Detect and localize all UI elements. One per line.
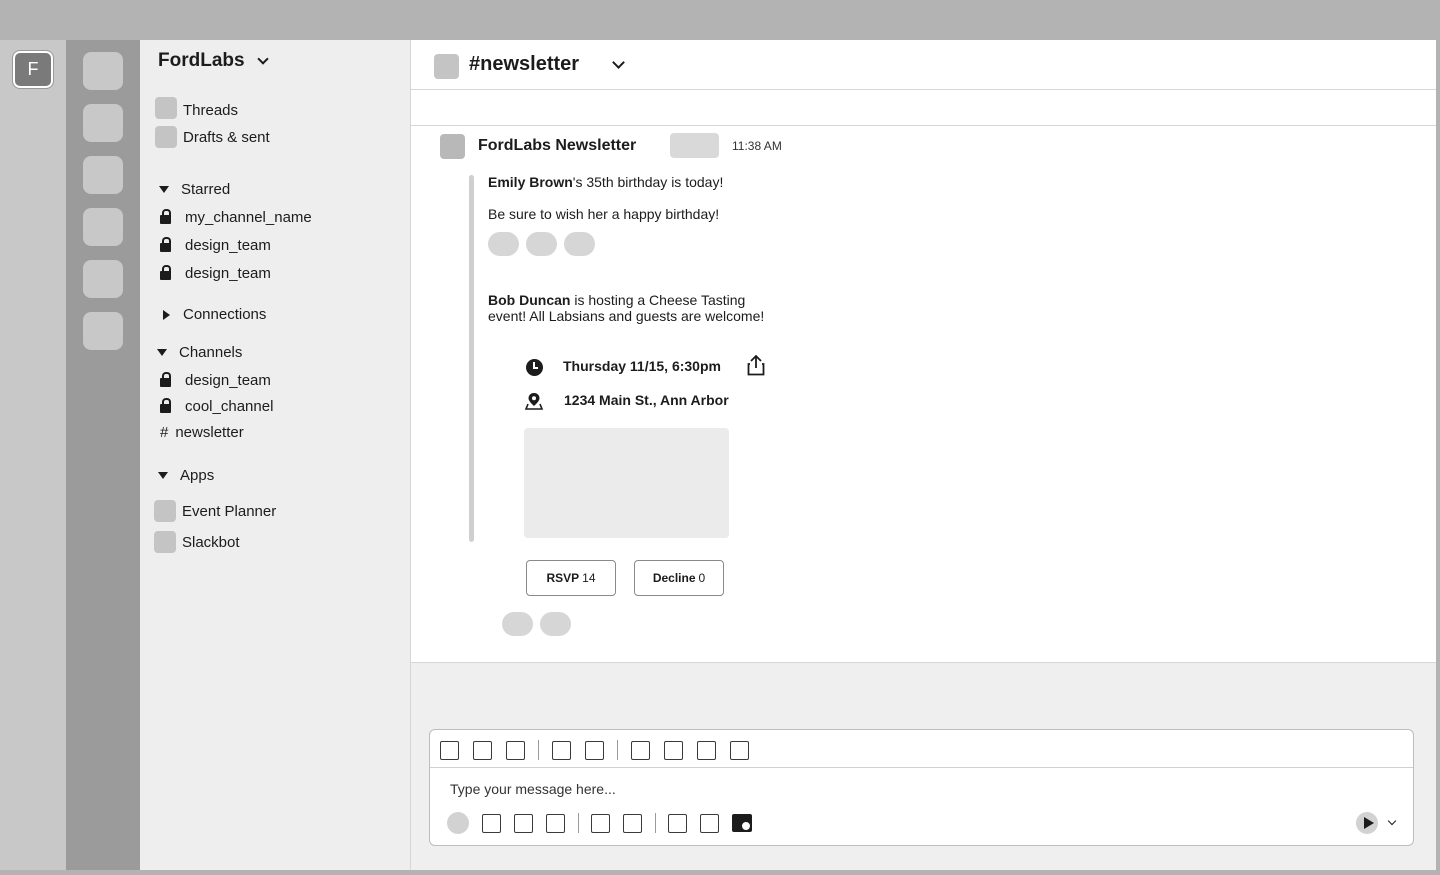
channel-subheader — [411, 90, 1436, 126]
attachment-bar — [469, 175, 474, 542]
app-icon — [154, 531, 176, 553]
link-icon[interactable] — [552, 741, 571, 760]
sidebar-item-event-planner[interactable]: Event Planner — [154, 500, 276, 522]
app-badge — [670, 133, 719, 158]
attach-icon[interactable] — [668, 814, 687, 833]
sidebar-item-design-team-starred-2[interactable]: design_team — [160, 265, 271, 282]
quote-icon[interactable] — [664, 741, 683, 760]
sidebar-item-design-team[interactable]: design_team — [160, 372, 271, 389]
strikethrough-icon[interactable] — [506, 741, 525, 760]
workspace-rail — [0, 40, 66, 870]
bold-icon[interactable] — [440, 741, 459, 760]
toolbar-divider — [578, 813, 579, 833]
code-icon[interactable] — [697, 741, 716, 760]
lock-icon — [160, 372, 171, 387]
code-block-icon[interactable] — [730, 741, 749, 760]
app-icon — [154, 500, 176, 522]
reaction-pill[interactable] — [488, 232, 519, 256]
sidebar-item-threads[interactable]: Threads — [155, 96, 238, 119]
window-edge — [1436, 40, 1440, 870]
reaction-pill[interactable] — [526, 232, 557, 256]
share-icon[interactable] — [747, 354, 765, 376]
toolbar-divider — [617, 740, 618, 760]
message-author[interactable]: FordLabs Newsletter — [478, 137, 636, 155]
section-connections[interactable]: Connections — [163, 306, 266, 323]
numbered-list-icon[interactable] — [631, 741, 650, 760]
mention-icon[interactable] — [591, 814, 610, 833]
reaction-pill[interactable] — [540, 612, 571, 636]
format-toolbar — [430, 730, 1413, 768]
send-icon[interactable] — [1356, 812, 1378, 834]
channel-title[interactable]: #newsletter — [469, 53, 579, 76]
emoji-icon[interactable] — [546, 814, 565, 833]
media-icon[interactable] — [732, 814, 752, 832]
event-location: 1234 Main St., Ann Arbor — [564, 392, 729, 408]
section-channels[interactable]: Channels — [157, 344, 242, 361]
toolbar-divider — [655, 813, 656, 833]
sidebar-item-newsletter[interactable]: # newsletter — [160, 424, 244, 441]
reaction-pill[interactable] — [564, 232, 595, 256]
caret-down-icon — [157, 349, 167, 356]
caret-down-icon — [159, 186, 169, 193]
add-icon[interactable] — [447, 812, 469, 834]
nav-rail-button-1[interactable] — [83, 52, 123, 90]
lock-icon — [160, 237, 171, 252]
nav-rail-button-6[interactable] — [83, 312, 123, 350]
event-datetime: Thursday 11/15, 6:30pm — [563, 358, 721, 374]
window-edge-bottom — [0, 870, 1440, 875]
rsvp-button[interactable]: RSVP 14 — [526, 560, 616, 596]
sidebar-item-cool-channel[interactable]: cool_channel — [160, 398, 273, 415]
event-text-line2: event! All Labsians and guests are welco… — [488, 308, 765, 324]
sidebar-item-slackbot[interactable]: Slackbot — [154, 531, 240, 553]
workspace-menu[interactable]: FordLabs — [158, 50, 269, 72]
section-starred[interactable]: Starred — [159, 181, 230, 198]
clock-icon — [526, 359, 543, 376]
sidebar-item-design-team-starred-1[interactable]: design_team — [160, 237, 271, 254]
section-apps[interactable]: Apps — [158, 467, 214, 484]
caret-down-icon — [158, 472, 168, 479]
event-text: Bob Duncan is hosting a Cheese Tasting — [488, 292, 746, 308]
sidebar-item-drafts[interactable]: Drafts & sent — [155, 126, 270, 148]
reaction-pill[interactable] — [502, 612, 533, 636]
workspace-name: FordLabs — [158, 50, 245, 71]
lock-icon — [160, 398, 171, 413]
map-pin-icon — [525, 393, 543, 410]
channel-icon — [434, 54, 459, 79]
window-title-bar — [0, 0, 1440, 40]
nav-rail-button-3[interactable] — [83, 156, 123, 194]
list-icon[interactable] — [585, 741, 604, 760]
lock-icon — [160, 265, 171, 280]
birthday-text: Emily Brown's 35th birthday is today! — [488, 174, 724, 190]
birthday-wish: Be sure to wish her a happy birthday! — [488, 206, 720, 222]
message-input[interactable]: Type your message here... — [450, 781, 616, 797]
nav-rail-button-5[interactable] — [83, 260, 123, 298]
workspace-switcher[interactable]: F — [12, 50, 54, 89]
video-icon[interactable] — [482, 814, 501, 833]
nav-rail-button-4[interactable] — [83, 208, 123, 246]
channel-sidebar — [140, 40, 411, 870]
message-timestamp[interactable]: 11:38 AM — [732, 139, 782, 153]
event-image — [524, 428, 729, 538]
avatar[interactable] — [440, 134, 465, 159]
nav-rail-button-2[interactable] — [83, 104, 123, 142]
toolbar-divider — [538, 740, 539, 760]
chevron-down-icon — [256, 53, 269, 65]
drafts-icon — [155, 126, 177, 148]
caret-right-icon — [163, 309, 170, 320]
sidebar-item-my-channel-name[interactable]: my_channel_name — [160, 209, 312, 226]
threads-icon — [155, 96, 177, 119]
format-icon[interactable] — [700, 814, 719, 833]
decline-button[interactable]: Decline 0 — [634, 560, 724, 596]
italic-icon[interactable] — [473, 741, 492, 760]
shortcut-icon[interactable] — [623, 814, 642, 833]
mic-icon[interactable] — [514, 814, 533, 833]
lock-icon — [160, 209, 171, 224]
hash-icon: # — [160, 424, 169, 441]
